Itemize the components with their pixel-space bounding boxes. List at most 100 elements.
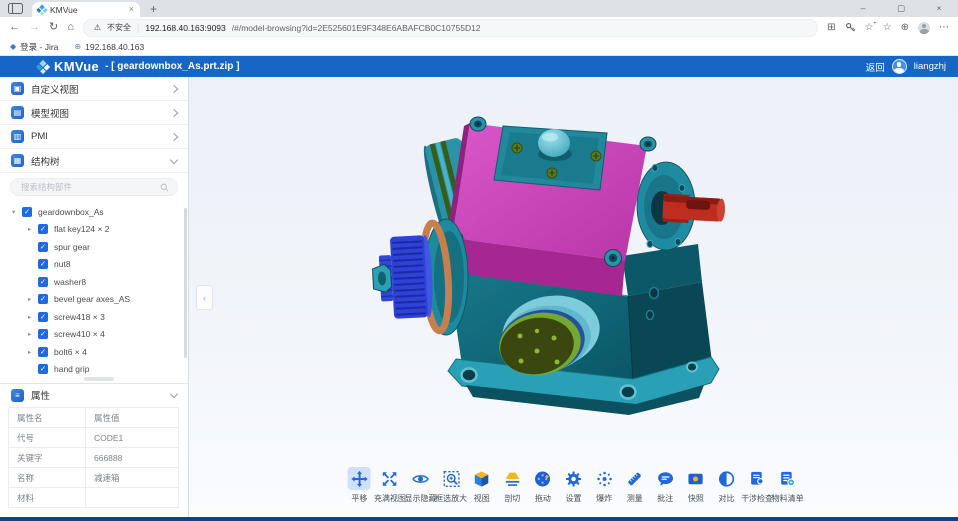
toolbar-item-explode[interactable]: 爆炸 (589, 467, 620, 504)
sidebar-section-structure-tree[interactable]: ▦ 结构树 (0, 149, 188, 173)
tree-item-label: spur gear (54, 242, 90, 252)
tree-checkbox[interactable] (38, 242, 48, 252)
more-menu-icon[interactable]: ⋯ (939, 23, 949, 33)
toolbar-item-label: 平移 (351, 493, 367, 504)
jira-favicon: ◆ (10, 43, 16, 51)
toolbar-icon (503, 470, 521, 488)
property-row: 材料 (9, 488, 179, 508)
app-launcher-icon[interactable]: ⊞ (827, 23, 835, 33)
tree-caret-icon[interactable]: ▾ (12, 208, 22, 216)
toolbar-item-measure[interactable]: 测量 (619, 467, 650, 504)
window-maximize-button[interactable]: ▢ (882, 0, 920, 17)
toolbar-item-annotate[interactable]: 批注 (650, 467, 681, 504)
window-close-button[interactable]: × (920, 0, 958, 17)
bookmark-jira[interactable]: ◆ 登录 - Jira (10, 41, 58, 53)
tree-item[interactable]: hand grip (0, 361, 188, 379)
address-bar[interactable]: ⚠ 不安全 | 192.168.40.163:9093 /#/model-bro… (83, 19, 818, 37)
sidebar-section-custom-views[interactable]: ▣ 自定义视图 (0, 77, 188, 101)
tree-item-label: geardownbox_As (38, 207, 104, 217)
tree-item[interactable]: ▸ screw418 × 3 (0, 308, 188, 326)
user-avatar[interactable] (892, 59, 907, 74)
tree-caret-icon[interactable]: ▸ (28, 348, 38, 356)
back-link[interactable]: 返回 (866, 60, 885, 74)
tree-checkbox[interactable] (38, 364, 48, 374)
tree-checkbox[interactable] (38, 224, 48, 234)
model-3d-gearbox[interactable] (370, 96, 790, 466)
tree-item[interactable]: nut8 (0, 256, 188, 274)
horizontal-scrollbar-thumb[interactable] (84, 377, 114, 381)
home-icon[interactable]: ⌂ (67, 22, 74, 33)
toolbar-item-bom[interactable]: 物料清单 (772, 467, 803, 504)
tree-checkbox[interactable] (22, 207, 32, 217)
tree-item[interactable]: ▾ geardownbox_As (0, 203, 188, 221)
tab-close-icon[interactable]: × (129, 5, 134, 14)
property-value: 666888 (86, 448, 179, 468)
toolbar-item-fit-view[interactable]: 充满视图 (375, 467, 406, 504)
password-key-icon[interactable] (845, 22, 856, 33)
toolbar-item-show-hide[interactable]: 显示隐藏 (405, 467, 436, 504)
tree-checkbox[interactable] (38, 312, 48, 322)
tree-item[interactable]: spur gear (0, 238, 188, 256)
toolbar-item-snapshot[interactable]: 快照 (681, 467, 712, 504)
search-input[interactable] (19, 181, 160, 193)
add-favorite-icon[interactable]: ☆+ (865, 23, 874, 33)
toolbar-icon (350, 470, 368, 488)
collections-icon[interactable]: ⊕ (901, 23, 909, 33)
toolbar-item-settings[interactable]: 设置 (558, 467, 589, 504)
part-spur-gear-blue[interactable] (371, 235, 434, 320)
tree-checkbox[interactable] (38, 259, 48, 269)
browser-tab-strip: KMVue × + – ▢ × (0, 0, 958, 17)
url-path: /#/model-browsing?id=2E525601E9F348E6ABA… (232, 23, 481, 33)
refresh-icon[interactable]: ↻ (49, 22, 58, 33)
toolbar-item-drag[interactable]: 拖动 (528, 467, 559, 504)
part-top-plate[interactable] (494, 126, 607, 190)
tree-caret-icon[interactable]: ▸ (28, 313, 38, 321)
vertical-scrollbar-thumb[interactable] (184, 208, 187, 358)
tree-item[interactable]: ▸ screw410 × 4 (0, 326, 188, 344)
toolbar-item-label: 充满视图 (374, 493, 406, 504)
sidebar-section-model-views[interactable]: ▤ 模型视图 (0, 101, 188, 125)
username-label: liangzhj (914, 61, 946, 72)
toolbar-item-interference-check[interactable]: 干涉检查 (742, 467, 773, 504)
tree-caret-icon[interactable]: ▸ (28, 330, 38, 338)
toolbar-item-pan[interactable]: 平移 (344, 467, 375, 504)
part-output-shaft-red[interactable] (662, 194, 725, 225)
tree-caret-icon[interactable]: ▸ (28, 225, 38, 233)
bookmark-server[interactable]: ⊕ 192.168.40.163 (74, 42, 144, 52)
tree-checkbox[interactable] (38, 277, 48, 287)
favorites-icon[interactable]: ☆ (883, 23, 892, 33)
tree-checkbox[interactable] (38, 347, 48, 357)
url-divider: | (137, 23, 139, 33)
tree-caret-icon[interactable]: ▸ (28, 295, 38, 303)
viewer-canvas[interactable]: ‹ (189, 77, 958, 517)
tree-item[interactable]: ▸ bolt6 × 4 (0, 343, 188, 361)
toolbar-item-section[interactable]: 剖切 (497, 467, 528, 504)
sidebar-sections: ▣ 自定义视图 ▤ 模型视图 ▥ PMI ▦ 结构树 (0, 77, 188, 173)
sidebar-collapse-button[interactable]: ‹ (196, 285, 213, 310)
not-secure-warning-icon: ⚠ (94, 23, 101, 32)
forward-icon[interactable]: → (29, 22, 40, 33)
structure-search-box[interactable] (10, 178, 178, 196)
tree-item[interactable]: ▸ flat key124 × 2 (0, 221, 188, 239)
browser-tab[interactable]: KMVue × (32, 2, 140, 17)
tree-item[interactable]: washer8 (0, 273, 188, 291)
tree-checkbox[interactable] (38, 329, 48, 339)
back-icon[interactable]: ← (9, 22, 20, 33)
sidebar-section-pmi[interactable]: ▥ PMI (0, 125, 188, 149)
new-tab-button[interactable]: + (150, 3, 157, 15)
browser-profile-avatar[interactable] (918, 22, 930, 34)
toolbar-item-label: 爆炸 (596, 493, 612, 504)
properties-table: 属性名 属性值 代号 CODE1 关键字 666888 名称 减速箱 (8, 407, 179, 508)
property-name-column: 属性名 (9, 408, 86, 428)
window-minimize-button[interactable]: – (844, 0, 882, 17)
tree-checkbox[interactable] (38, 294, 48, 304)
toolbar-item-compare[interactable]: 对比 (711, 467, 742, 504)
toolbar-item-label: 对比 (718, 493, 734, 504)
toolbar-item-box-zoom[interactable]: 框选放大 (436, 467, 467, 504)
properties-header[interactable]: ≡ 属性 (0, 384, 188, 406)
tree-item[interactable]: ▸ bevel gear axes_AS (0, 291, 188, 309)
workspaces-icon[interactable] (8, 3, 23, 14)
part-input-gear-assembly[interactable] (371, 219, 468, 335)
toolbar-item-label: 视图 (474, 493, 490, 504)
toolbar-item-view[interactable]: 视图 (466, 467, 497, 504)
